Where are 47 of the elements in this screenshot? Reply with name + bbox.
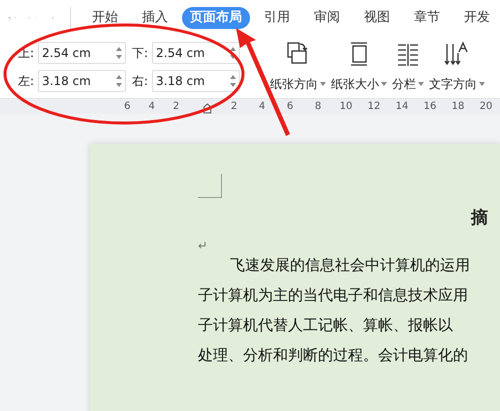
ribbon-tool-button[interactable]: 文字方向 (429, 41, 485, 93)
ruler-number: 2 (172, 100, 180, 114)
document-title: 摘 (471, 207, 488, 230)
margin-label: 下: (132, 45, 150, 62)
body-text-line: 处理、分析和判断的过程。会计电算化的 (198, 346, 469, 364)
caret-icon (418, 82, 424, 86)
ruler-number: 20 (478, 100, 494, 114)
ribbon-tab[interactable]: 章节 (404, 7, 450, 29)
ruler-number: 18 (450, 100, 466, 114)
margin-corner-mark (198, 174, 222, 198)
margin-field[interactable]: 3.18 cm (38, 70, 126, 92)
ribbon-tab[interactable]: 审阅 (304, 7, 350, 29)
margin-field[interactable]: 2.54 cm (38, 42, 126, 64)
body-text-line: 飞速发展的信息社会中计算机的运用 (229, 256, 471, 274)
margin-label: 左: (18, 73, 36, 90)
ribbon-tab[interactable]: 开始 (82, 7, 128, 29)
ribbon-tab[interactable]: 插入 (132, 7, 178, 29)
columns-icon (395, 41, 421, 67)
margin-label: 右: (132, 73, 150, 90)
ruler-number: 6 (124, 100, 130, 114)
caret-icon (320, 82, 326, 86)
ribbon-tool-button[interactable]: 分栏 (392, 41, 424, 93)
body-text-line: 子计算机代替人工记帐、算帐、报帐以 (198, 316, 454, 334)
ruler-number: 12 (366, 100, 382, 114)
ruler-number: 4 (148, 100, 155, 114)
ruler-number: 10 (338, 100, 354, 114)
ruler-number: 6 (286, 100, 294, 114)
ruler-number: 8 (314, 100, 322, 114)
ruler-number: 14 (394, 100, 410, 114)
ribbon-tab[interactable]: 开发 (454, 7, 500, 29)
margin-field[interactable]: 2.54 cm (152, 42, 240, 64)
ruler-number: 4 (258, 100, 266, 114)
ruler-number: 16 (422, 100, 438, 114)
spinner-icon[interactable] (116, 46, 122, 60)
margin-field[interactable]: 3.18 cm (152, 70, 240, 92)
ribbon-tool-button[interactable]: 纸张大小 (331, 41, 387, 93)
ruler-number: 2 (230, 100, 238, 114)
ribbon-tab[interactable]: 视图 (354, 7, 400, 29)
page-size-icon (348, 41, 370, 67)
ribbon-tab[interactable]: 引用 (254, 7, 300, 29)
body-text-line: 子计算机为主的当代电子和信息技术应用 (198, 286, 469, 304)
text-direction-icon (444, 41, 470, 67)
spinner-icon[interactable] (116, 74, 122, 88)
caret-icon (381, 82, 387, 86)
caret-icon (479, 82, 485, 86)
ribbon-tool-button[interactable]: 纸张方向 (270, 41, 326, 93)
paragraph-mark-icon (198, 242, 206, 248)
